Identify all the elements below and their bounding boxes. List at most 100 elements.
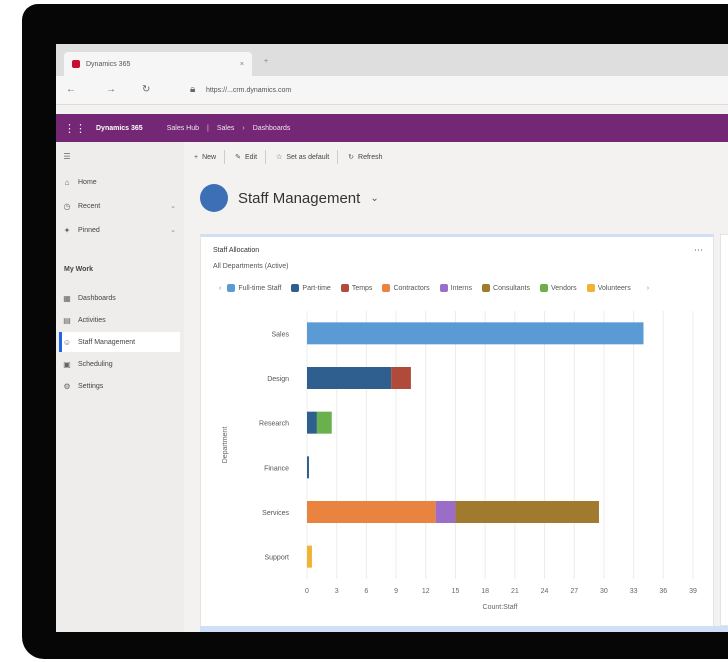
breadcrumb-item[interactable]: Sales — [217, 125, 235, 132]
command-separator — [337, 150, 339, 164]
bar-segment[interactable] — [307, 456, 309, 479]
command-bar: + New ✎ Edit ☆ Set as default ↻ Refresh — [184, 142, 728, 172]
hamburger-menu-button[interactable]: ☰ — [62, 146, 180, 166]
new-button[interactable]: + New — [194, 154, 216, 161]
next-card-edge — [200, 626, 728, 632]
legend-item[interactable]: Vendors — [540, 284, 577, 292]
legend-swatch — [291, 284, 300, 292]
bar-segment[interactable] — [307, 501, 436, 523]
legend-label: Full-time Staff — [238, 284, 282, 292]
more-options-icon[interactable]: ⋯ — [694, 245, 703, 256]
browser-tab[interactable]: Dynamics 365 × — [64, 52, 252, 76]
legend-label: Contractors — [393, 284, 430, 292]
y-tick-label: Services — [262, 510, 289, 517]
bar-segment[interactable] — [307, 322, 644, 345]
new-tab-button[interactable]: + — [260, 58, 272, 70]
legend-item[interactable]: Consultants — [482, 284, 530, 292]
breadcrumb-item[interactable]: Dashboards — [253, 125, 291, 132]
back-icon[interactable]: ← — [66, 84, 76, 95]
legend-swatch — [540, 284, 548, 292]
legend-label: Interns — [450, 284, 473, 292]
command-label: Set as default — [286, 153, 330, 161]
app-bar: ⋮⋮ Dynamics 365 Sales Hub | Sales › Dash… — [56, 114, 728, 142]
hamburger-icon: ☰ — [63, 151, 71, 161]
sidebar: ☰ ⌂ Home ◷ Recent ⌄ ✦ Pinned ⌄ My Work ▦… — [56, 142, 184, 632]
url-field[interactable]: https://...crm.dynamics.com — [206, 81, 726, 99]
dashboard-title[interactable]: Staff Management — [238, 190, 360, 207]
legend-label: Volunteers — [597, 284, 631, 292]
legend-swatch — [439, 284, 448, 292]
x-tick-label: 3 — [335, 588, 339, 595]
sidebar-item-label: Scheduling — [78, 360, 113, 368]
address-bar: ← → ↻ 🔒︎ https://...crm.dynamics.com — [56, 76, 728, 105]
set-default-button[interactable]: ☆ Set as default — [276, 153, 330, 162]
x-tick-label: 6 — [364, 588, 368, 595]
bar-segment[interactable] — [307, 411, 317, 434]
sidebar-item-staff-management[interactable]: ☺ Staff Management — [59, 332, 180, 352]
gear-icon: ⚙ — [63, 381, 71, 391]
breadcrumb-item[interactable]: Sales Hub — [167, 125, 199, 132]
sidebar-item-activities[interactable]: ▤ Activities — [62, 310, 180, 330]
bar-segment[interactable] — [307, 545, 312, 568]
x-tick-label: 21 — [511, 588, 519, 595]
legend-item[interactable]: Part-time — [291, 284, 331, 292]
chart-view-selector[interactable]: All Departments (Active) — [213, 263, 288, 270]
bar-segment[interactable] — [316, 411, 332, 434]
url-text: https://...crm.dynamics.com — [206, 86, 292, 94]
x-tick-label: 36 — [659, 588, 667, 595]
y-tick-label: Sales — [271, 331, 289, 338]
sidebar-item-home[interactable]: ⌂ Home — [62, 172, 180, 192]
dashboard-icon — [200, 184, 228, 212]
chevron-down-icon: ⌄ — [170, 203, 176, 210]
x-tick-label: 39 — [689, 588, 697, 595]
command-separator — [265, 150, 267, 164]
star-icon: ☆ — [276, 154, 283, 161]
refresh-icon[interactable]: ↻ — [142, 84, 150, 95]
legend-item[interactable]: Volunteers — [586, 284, 631, 292]
legend-next-icon[interactable]: › — [647, 285, 649, 292]
edit-button[interactable]: ✎ Edit — [235, 153, 258, 162]
legend-item[interactable]: Contractors — [382, 284, 430, 292]
command-label: Edit — [244, 153, 258, 161]
people-icon: ☺ — [62, 337, 72, 347]
browser-tabstrip: Dynamics 365 × + — [56, 44, 728, 76]
y-tick-label: Design — [267, 376, 289, 383]
refresh-button[interactable]: ↻ Refresh — [348, 153, 382, 162]
y-tick-label: Support — [264, 555, 289, 562]
legend-item[interactable]: Temps — [340, 284, 372, 292]
bar-segment[interactable] — [455, 501, 599, 523]
bar-segment[interactable] — [307, 367, 392, 389]
sidebar-item-dashboards[interactable]: ▦ Dashboards — [62, 288, 180, 308]
chart-legend: ‹ Full-time Staff Part-time Temps Contractor… — [213, 281, 703, 295]
bar-segment[interactable] — [391, 367, 411, 389]
sidebar-item-recent[interactable]: ◷ Recent ⌄ — [62, 196, 180, 216]
dashboard-icon: ▦ — [63, 293, 71, 303]
sidebar-item-scheduling[interactable]: ▣ Scheduling — [62, 354, 180, 374]
sidebar-item-settings[interactable]: ⚙ Settings — [62, 376, 180, 396]
pin-icon: ✦ — [63, 225, 71, 235]
legend-item[interactable]: Full-time Staff — [227, 284, 281, 292]
command-label: New — [202, 153, 217, 161]
calendar-icon: ▣ — [63, 359, 71, 369]
secondary-card — [720, 234, 728, 626]
app-name[interactable]: Dynamics 365 — [96, 125, 143, 132]
x-tick-label: 0 — [305, 588, 309, 595]
dashboard-header: Staff Management ⌄ — [200, 184, 379, 212]
chevron-down-icon[interactable]: ⌄ — [370, 193, 378, 204]
sidebar-item-label: Staff Management — [78, 338, 136, 346]
legend-item[interactable]: Interns — [439, 284, 473, 292]
x-tick-label: 12 — [422, 588, 430, 595]
close-tab-icon[interactable]: × — [240, 61, 244, 68]
bar-chart: 0 3 6 9 12 15 18 21 24 27 30 33 36 39SalesDesignResea… — [222, 311, 697, 611]
y-tick-label: Research — [259, 421, 289, 428]
sidebar-item-label: Pinned — [78, 226, 100, 234]
legend-swatch — [227, 284, 236, 292]
edit-icon: ✎ — [235, 154, 241, 161]
legend-swatch — [382, 284, 391, 292]
sidebar-item-pinned[interactable]: ✦ Pinned ⌄ — [62, 220, 180, 240]
clock-icon: ◷ — [63, 201, 71, 211]
waffle-icon[interactable]: ⋮⋮ — [64, 122, 86, 135]
forward-icon[interactable]: → — [106, 84, 116, 95]
bar-segment[interactable] — [435, 501, 456, 523]
legend-prev-icon[interactable]: ‹ — [219, 285, 221, 292]
